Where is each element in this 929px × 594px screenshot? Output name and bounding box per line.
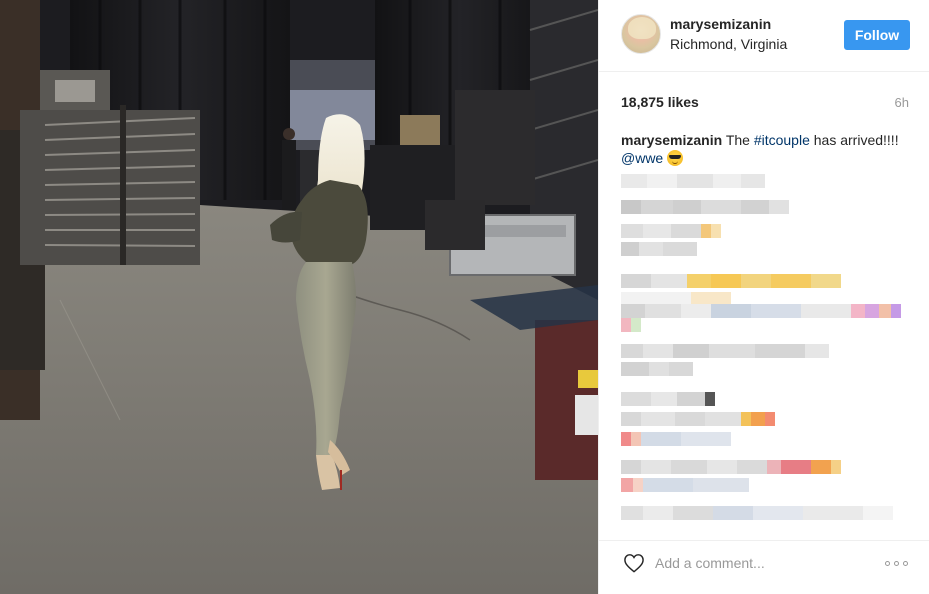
list-item [621, 304, 901, 318]
post-sidebar: marysemizanin Richmond, Virginia Follow … [598, 0, 929, 594]
caption-text-before: The [725, 132, 754, 148]
list-item [621, 460, 841, 474]
heart-outline-icon[interactable] [623, 553, 645, 573]
comments-list [599, 170, 929, 530]
list-item [621, 174, 765, 188]
caption-author[interactable]: marysemizanin [621, 132, 722, 148]
list-item [621, 392, 715, 406]
list-item [621, 478, 749, 492]
list-item [621, 344, 829, 358]
sunglasses-emoji-icon [667, 150, 684, 166]
post-caption: marysemizanin The #itcouple has arrived!… [621, 131, 916, 167]
list-item [621, 432, 731, 446]
list-item [621, 318, 641, 332]
comment-bar [599, 540, 929, 594]
list-item [621, 412, 775, 426]
hashtag-link[interactable]: #itcouple [754, 132, 810, 148]
likes-count[interactable]: 18,875 likes [621, 94, 699, 110]
follow-button[interactable]: Follow [844, 20, 910, 50]
post-timestamp[interactable]: 6h [895, 95, 909, 110]
mention-link[interactable]: @wwe [621, 150, 663, 166]
list-item [621, 274, 841, 288]
list-item [621, 506, 893, 520]
caption-text-after: has arrived!!!! [809, 132, 899, 148]
post-location[interactable]: Richmond, Virginia [670, 36, 787, 52]
list-item [621, 242, 697, 256]
avatar[interactable] [621, 14, 661, 54]
comment-input[interactable] [655, 551, 875, 575]
post-photo[interactable] [0, 0, 598, 594]
post-username[interactable]: marysemizanin [670, 16, 771, 32]
list-item [621, 362, 693, 376]
post-header: marysemizanin Richmond, Virginia Follow [599, 0, 929, 72]
list-item [621, 224, 721, 238]
more-options-icon[interactable] [885, 561, 911, 567]
photo-scene [0, 0, 598, 594]
list-item [621, 200, 789, 214]
